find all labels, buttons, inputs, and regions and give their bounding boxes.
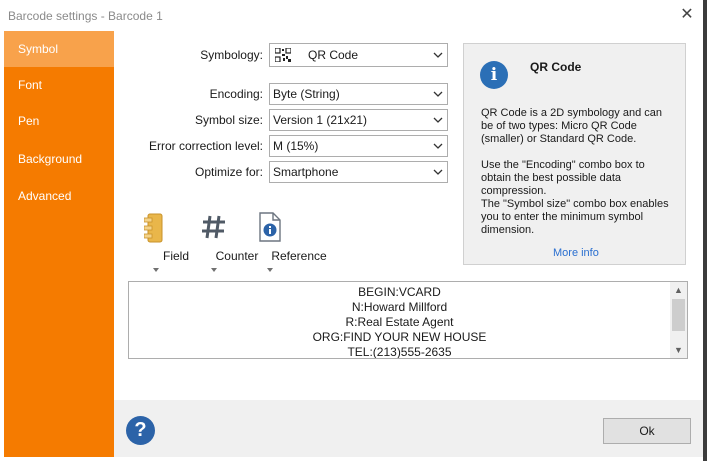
sidebar-item-symbol[interactable]: Symbol (4, 31, 114, 67)
hash-icon (202, 215, 225, 239)
info-panel: i QR Code QR Code is a 2D symbology and … (463, 43, 686, 265)
info-paragraph-3: The "Symbol size" combo box enables you … (481, 198, 669, 236)
info-paragraph-1: QR Code is a 2D symbology and can be of … (481, 107, 662, 145)
optimize-for-label: Optimize for: (194, 165, 263, 179)
vertical-scrollbar[interactable]: ▲ ▼ (670, 282, 687, 358)
field-dropdown-arrow (153, 268, 159, 272)
symbology-value: QR Code (308, 48, 359, 62)
barcode-content-textarea[interactable]: BEGIN:VCARD N:Howard Millford R:Real Est… (128, 281, 688, 359)
reference-icon (259, 212, 281, 242)
chevron-down-icon (433, 117, 443, 123)
chevron-down-icon (433, 91, 443, 97)
sidebar-item-advanced[interactable]: Advanced (4, 178, 114, 214)
sidebar: Symbol Font Pen Background Advanced (4, 31, 114, 457)
symbol-size-label: Symbol size: (194, 113, 263, 127)
encoding-label: Encoding: (209, 87, 263, 101)
info-paragraph-2: Use the "Encoding" combo box to obtain t… (481, 159, 645, 197)
window-title: Barcode settings - Barcode 1 (8, 9, 163, 23)
content-line: N:Howard Millford (351, 300, 448, 314)
optimize-for-select[interactable]: Smartphone (269, 161, 448, 183)
symbology-label: Symbology: (200, 48, 263, 62)
title-bar: Barcode settings - Barcode 1 ✕ (0, 0, 707, 31)
sidebar-item-pen[interactable]: Pen (4, 103, 114, 139)
content-line: BEGIN:VCARD (358, 285, 441, 299)
info-icon: i (480, 61, 508, 89)
info-title: QR Code (530, 60, 582, 74)
chevron-down-icon (433, 52, 443, 58)
symbol-size-select[interactable]: Version 1 (21x21) (269, 109, 448, 131)
more-info-link[interactable]: More info (553, 247, 599, 259)
error-correction-label: Error correction level: (148, 139, 263, 153)
chevron-down-icon (433, 169, 443, 175)
field-icon (144, 213, 163, 243)
background-edge (703, 0, 707, 461)
encoding-value: Byte (String) (273, 87, 340, 101)
scroll-thumb[interactable] (672, 299, 685, 331)
symbol-size-value: Version 1 (21x21) (273, 113, 368, 127)
content-line: TEL:(213)555-2635 (347, 345, 452, 359)
reference-dropdown-arrow (267, 268, 273, 272)
encoding-select[interactable]: Byte (String) (269, 83, 448, 105)
chevron-down-icon (433, 143, 443, 149)
help-icon[interactable]: ? (126, 416, 155, 445)
content-line: R:Real Estate Agent (345, 315, 454, 329)
qr-code-icon (275, 48, 291, 62)
field-label: Field (162, 249, 189, 263)
sidebar-item-font[interactable]: Font (4, 67, 114, 103)
scroll-up-icon[interactable]: ▲ (670, 282, 687, 298)
optimize-for-value: Smartphone (273, 165, 339, 179)
counter-dropdown-arrow (211, 268, 217, 272)
sidebar-item-background[interactable]: Background (4, 141, 114, 177)
ok-button[interactable]: Ok (603, 418, 691, 444)
symbology-select[interactable]: QR Code (269, 43, 448, 67)
scroll-down-icon[interactable]: ▼ (670, 342, 687, 358)
error-correction-value: M (15%) (273, 139, 319, 153)
close-icon[interactable]: ✕ (679, 7, 695, 23)
counter-label: Counter (215, 249, 259, 263)
content-line: ORG:FIND YOUR NEW HOUSE (312, 330, 487, 344)
reference-label: Reference (271, 249, 327, 263)
error-correction-select[interactable]: M (15%) (269, 135, 448, 157)
